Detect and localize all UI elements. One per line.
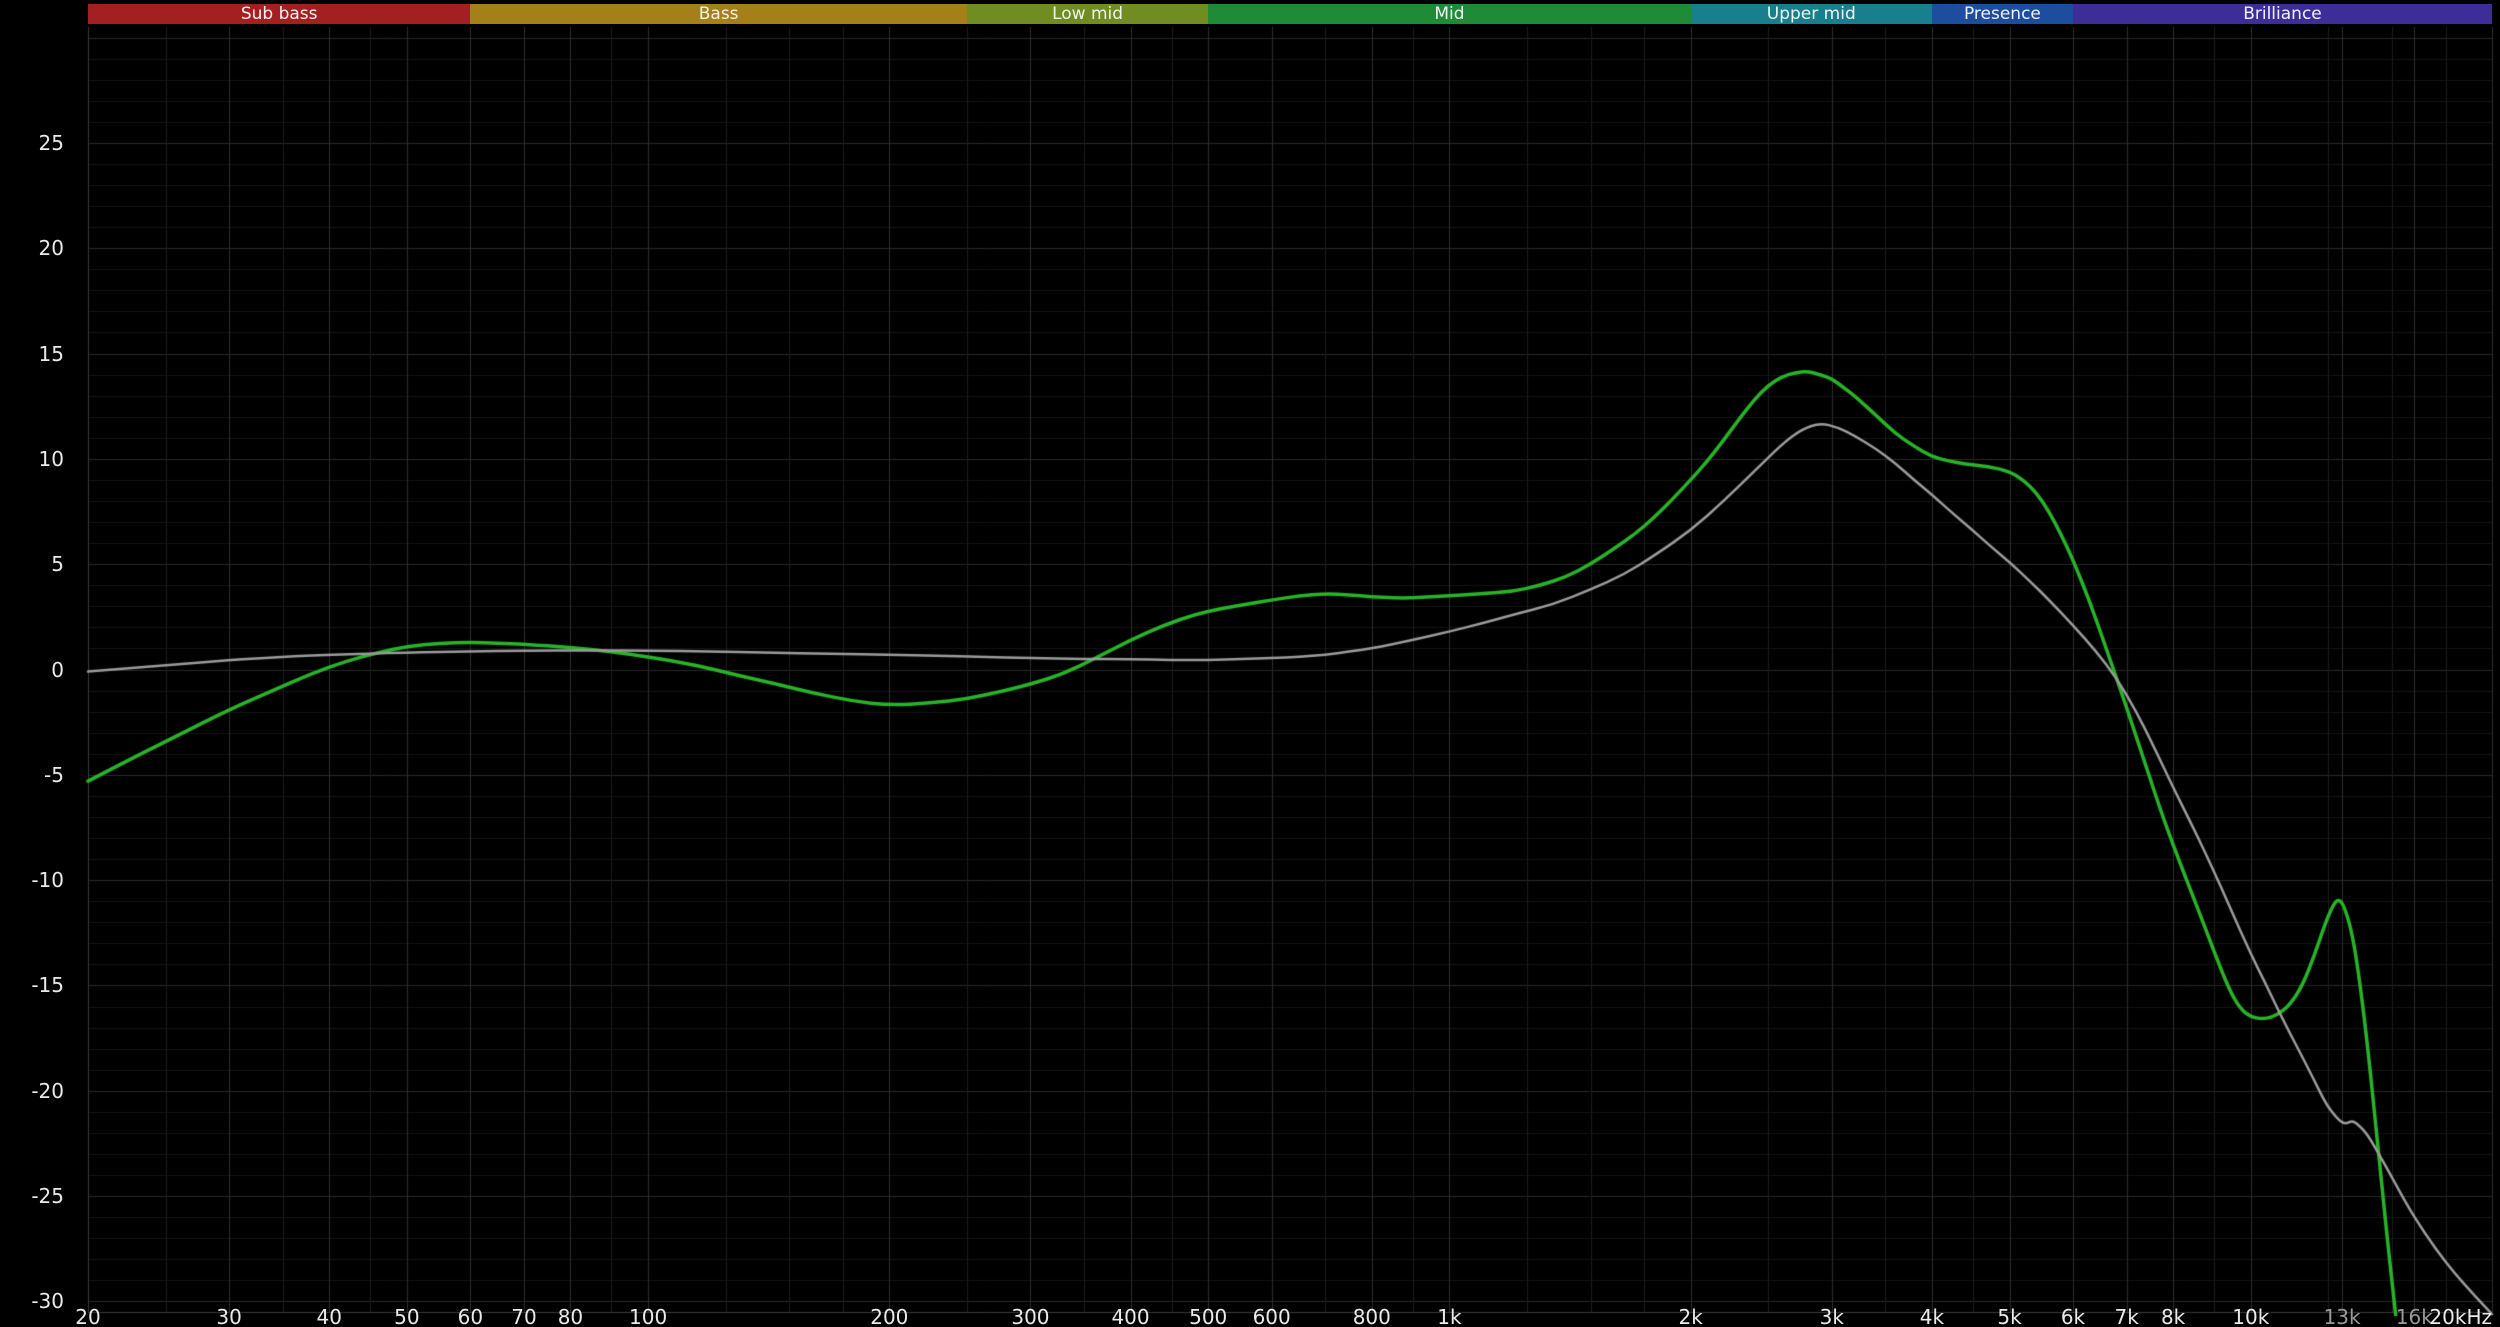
band-label: Upper mid xyxy=(1766,3,1856,24)
band-segment: Sub bass xyxy=(88,3,471,24)
y-tick-label: -10 xyxy=(31,868,64,893)
band-label: Sub bass xyxy=(240,3,318,24)
frequency-response-plot xyxy=(0,0,2500,1327)
x-tick-label: 400 xyxy=(1111,1305,1150,1327)
band-label: Brilliance xyxy=(2243,3,2322,24)
x-tick-label: 600 xyxy=(1252,1305,1291,1327)
x-tick-label: 20 xyxy=(75,1305,101,1327)
x-tick-label: 10k xyxy=(2232,1305,2270,1327)
y-tick-label: 25 xyxy=(38,130,64,155)
band-label: Low mid xyxy=(1052,3,1124,24)
band-label: Bass xyxy=(698,3,739,24)
x-tick-label: 80 xyxy=(557,1305,584,1327)
x-tick-label: 500 xyxy=(1189,1305,1228,1327)
x-tick-label: 13k xyxy=(2323,1305,2361,1327)
band-label: Mid xyxy=(1434,3,1465,24)
band-segment: Mid xyxy=(1208,3,1691,24)
band-segment: Low mid xyxy=(966,3,1209,24)
x-tick-label: 40 xyxy=(316,1305,342,1327)
y-tick-label: -30 xyxy=(31,1289,64,1314)
x-tick-label: 20kHz xyxy=(2429,1305,2492,1327)
frequency-response-chart: SPL Sub bassBassLow midMidUpper midPrese… xyxy=(0,0,2500,1327)
x-tick-label: 200 xyxy=(870,1305,909,1327)
x-tick-label: 60 xyxy=(457,1305,484,1327)
y-tick-label: 0 xyxy=(51,657,64,682)
band-segment: Brilliance xyxy=(2072,3,2492,24)
x-tick-label: 300 xyxy=(1011,1305,1050,1327)
x-tick-label: 100 xyxy=(629,1305,668,1327)
x-tick-label: 5k xyxy=(1997,1305,2022,1327)
x-tick-label: 1k xyxy=(1437,1305,1462,1327)
band-label: Presence xyxy=(1963,3,2041,24)
y-tick-label: -20 xyxy=(31,1078,64,1103)
x-tick-label: 6k xyxy=(2060,1305,2086,1327)
x-tick-label: 800 xyxy=(1352,1305,1391,1327)
y-tick-label: 20 xyxy=(38,236,64,261)
band-segment: Presence xyxy=(1931,3,2073,24)
x-tick-label: 70 xyxy=(511,1305,537,1327)
x-tick-label: 2k xyxy=(1678,1305,1703,1327)
y-tick-label: 5 xyxy=(51,552,64,577)
y-tick-label: -5 xyxy=(44,762,64,787)
band-segment: Bass xyxy=(470,4,967,24)
band-segment: Upper mid xyxy=(1690,3,1932,24)
x-tick-label: 8k xyxy=(2160,1305,2186,1327)
y-tick-label: -25 xyxy=(31,1184,64,1209)
y-tick-label: 10 xyxy=(38,446,64,471)
x-tick-label: 4k xyxy=(1919,1305,1945,1327)
x-tick-label: 30 xyxy=(216,1305,242,1327)
x-tick-label: 50 xyxy=(394,1305,420,1327)
y-tick-label: -15 xyxy=(31,973,64,998)
y-tick-label: 15 xyxy=(38,341,64,366)
x-tick-label: 16k xyxy=(2395,1305,2433,1327)
x-tick-label: 7k xyxy=(2114,1305,2139,1327)
x-tick-label: 3k xyxy=(1819,1305,1844,1327)
